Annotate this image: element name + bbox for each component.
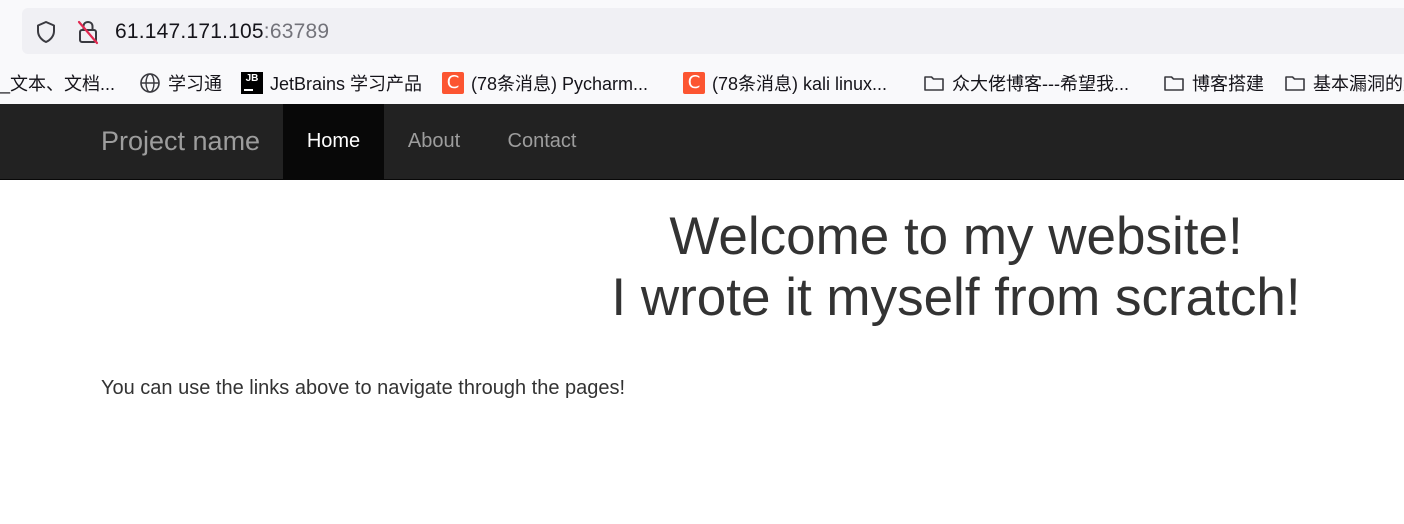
- nav-home-link[interactable]: Home: [283, 104, 384, 179]
- bookmark-item[interactable]: JB JetBrains 学习产品: [241, 64, 422, 102]
- headline-line-2: I wrote it myself from scratch!: [611, 268, 1301, 327]
- bookmark-item[interactable]: 众大佬博客---希望我...: [923, 64, 1129, 102]
- bookmark-label: 学习通: [168, 74, 222, 94]
- shield-icon[interactable]: [34, 20, 58, 44]
- headline-line-1: Welcome to my website!: [669, 207, 1243, 266]
- bookmark-item[interactable]: 博客搭建: [1163, 64, 1264, 102]
- brand-link[interactable]: Project name: [101, 104, 260, 179]
- bookmark-label: 博客搭建: [1192, 74, 1264, 94]
- bookmark-label: 基本漏洞的原: [1313, 74, 1404, 94]
- bookmark-item[interactable]: 基本漏洞的原: [1284, 64, 1404, 102]
- globe-icon: [140, 73, 160, 93]
- bookmarks-bar: _文本、文档... 学习通 JB JetBrains 学习产品 C (78条消息…: [0, 64, 1404, 105]
- csdn-icon: C: [683, 72, 705, 94]
- bookmark-item[interactable]: 学习通: [139, 64, 222, 102]
- folder-icon: [1164, 76, 1184, 91]
- bookmark-item[interactable]: _文本、文档...: [0, 64, 115, 102]
- folder-icon: [924, 76, 944, 91]
- nav-contact-link[interactable]: Contact: [484, 104, 600, 179]
- insecure-lock-icon[interactable]: [76, 19, 100, 45]
- folder-icon: [1285, 76, 1305, 91]
- bookmark-label: _文本、文档...: [0, 74, 116, 94]
- url-host: 61.147.171.105: [115, 20, 264, 43]
- page-headline: Welcome to my website! I wrote it myself…: [520, 206, 1392, 328]
- jetbrains-icon: JB: [241, 72, 263, 94]
- nav-about-link[interactable]: About: [384, 104, 484, 179]
- bookmark-label: (78条消息) kali linux...: [712, 74, 888, 94]
- bookmark-item[interactable]: C (78条消息) kali linux...: [683, 64, 887, 102]
- bookmark-label: (78条消息) Pycharm...: [471, 74, 649, 94]
- url-text[interactable]: 61.147.171.105:63789: [115, 18, 329, 46]
- site-navbar: Project name Home About Contact: [0, 104, 1404, 180]
- bookmark-label: JetBrains 学习产品: [270, 74, 423, 94]
- bookmark-label: 众大佬博客---希望我...: [952, 74, 1129, 94]
- bookmark-item[interactable]: C (78条消息) Pycharm...: [442, 64, 648, 102]
- csdn-icon: C: [442, 72, 464, 94]
- browser-toolbar: 61.147.171.105:63789: [0, 0, 1404, 64]
- url-port: :63789: [263, 20, 330, 43]
- intro-text: You can use the links above to navigate …: [101, 377, 626, 399]
